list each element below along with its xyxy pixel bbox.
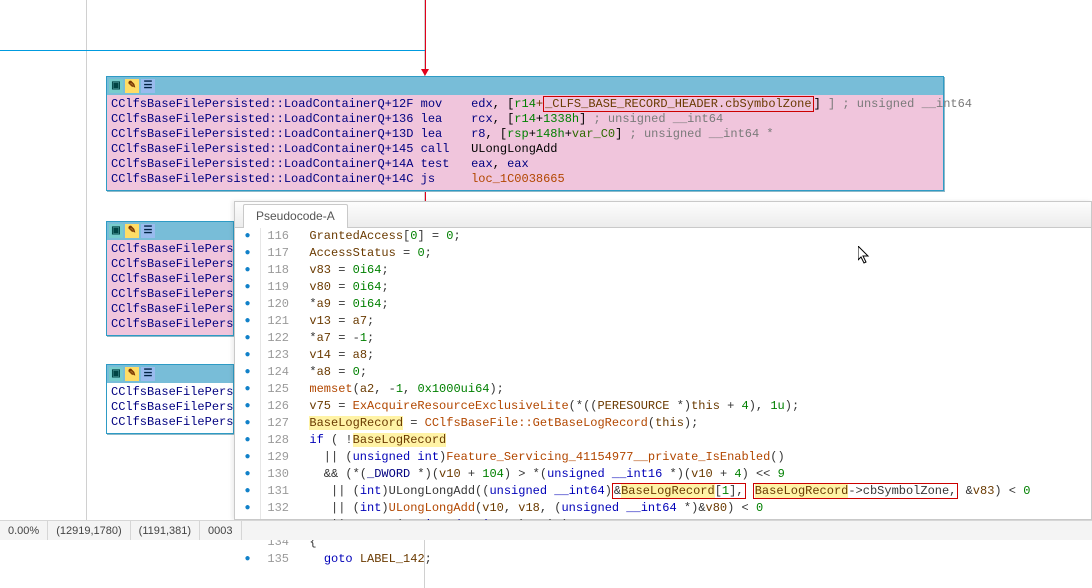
status-coord-2: (1191,381) [131, 521, 200, 540]
block-icon[interactable]: ☰ [141, 224, 155, 238]
status-extra: 0003 [200, 521, 241, 540]
asm-lines: CClfsBaseFilePersi CClfsBaseFilePersi CC… [107, 240, 233, 335]
pseudocode-text[interactable]: GrantedAccess[0] = 0; AccessStatus = 0; … [295, 228, 1091, 519]
block-icon[interactable]: ✎ [125, 224, 139, 238]
block-icon[interactable]: ✎ [125, 367, 139, 381]
block-icon[interactable]: ☰ [141, 79, 155, 93]
pseudocode-body[interactable]: ●●●●●●●●●●●●●●●●●●● 11611711811912012112… [235, 228, 1091, 519]
asm-block-titlebar[interactable]: ▣ ✎ ☰ [107, 365, 233, 383]
asm-lines: CClfsBaseFilePersi CClfsBaseFilePersi CC… [107, 383, 233, 433]
flow-edge-red [425, 0, 426, 70]
status-bar: 0.00% (12919,1780) (1191,381) 0003 [0, 520, 1092, 540]
pseudocode-tabbar[interactable]: Pseudocode-A [235, 202, 1091, 228]
asm-block-3[interactable]: ▣ ✎ ☰ CClfsBaseFilePersi CClfsBaseFilePe… [106, 364, 234, 434]
status-coord-1: (12919,1780) [48, 521, 130, 540]
guide-line [86, 0, 87, 520]
tab-pseudocode-a[interactable]: Pseudocode-A [243, 204, 348, 228]
block-icon[interactable]: ▣ [109, 79, 123, 93]
block-icon[interactable]: ☰ [141, 367, 155, 381]
flow-edge-blue [0, 50, 425, 51]
block-icon[interactable]: ▣ [109, 367, 123, 381]
asm-block-titlebar[interactable]: ▣ ✎ ☰ [107, 77, 943, 95]
asm-lines: CClfsBaseFilePersisted::LoadContainerQ+1… [107, 95, 943, 190]
block-icon[interactable]: ▣ [109, 224, 123, 238]
arrow-head-icon [421, 69, 429, 76]
breakpoint-gutter[interactable]: ●●●●●●●●●●●●●●●●●●● [235, 228, 261, 519]
status-zoom: 0.00% [0, 521, 48, 540]
asm-block-1[interactable]: ▣ ✎ ☰ CClfsBaseFilePersisted::LoadContai… [106, 76, 944, 191]
asm-block-2[interactable]: ▣ ✎ ☰ CClfsBaseFilePersi CClfsBaseFilePe… [106, 221, 234, 336]
block-icon[interactable]: ✎ [125, 79, 139, 93]
line-numbers: 1161171181191201211221231241251261271281… [261, 228, 295, 519]
pseudocode-pane[interactable]: Pseudocode-A ●●●●●●●●●●●●●●●●●●● 1161171… [234, 201, 1092, 520]
asm-block-titlebar[interactable]: ▣ ✎ ☰ [107, 222, 233, 240]
